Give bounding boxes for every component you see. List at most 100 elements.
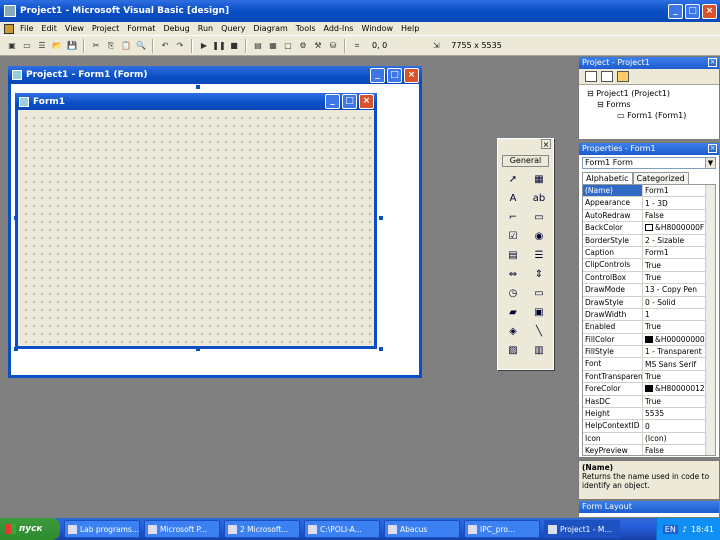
menu-window[interactable]: Window xyxy=(357,24,397,33)
speaker-icon[interactable]: ♪ xyxy=(682,525,687,534)
tab-categorized[interactable]: Categorized xyxy=(632,172,689,184)
taskbar-button[interactable]: 2 Microsoft... xyxy=(224,520,300,538)
property-row[interactable]: (Name) Form1 xyxy=(583,185,715,198)
project-window-maximize-button[interactable]: □ xyxy=(387,67,402,83)
undo-icon[interactable]: ↶ xyxy=(159,40,171,52)
picturebox-icon[interactable]: ▦ xyxy=(530,171,548,187)
filelistbox-icon[interactable]: ▣ xyxy=(530,304,548,320)
add-form-icon[interactable]: ▭ xyxy=(21,40,33,52)
properties-scrollbar[interactable] xyxy=(705,185,715,455)
close-button[interactable]: × xyxy=(702,3,717,19)
listbox-icon[interactable]: ☰ xyxy=(530,247,548,263)
property-row[interactable]: Appearance 1 - 3D xyxy=(583,197,715,210)
toolbox-close-button[interactable]: × xyxy=(541,139,551,149)
property-row[interactable]: FontTransparent True xyxy=(583,370,715,384)
open-project-icon[interactable]: 📂 xyxy=(51,40,63,52)
app-titlebar[interactable]: Project1 - Microsoft Visual Basic [desig… xyxy=(0,0,720,22)
form1-design-surface[interactable]: Form1 _ □ × xyxy=(15,93,377,349)
property-row[interactable]: BorderStyle 2 - Sizable xyxy=(583,234,715,247)
property-row[interactable]: DrawMode 13 - Copy Pen xyxy=(583,284,715,297)
resize-handle-top[interactable] xyxy=(196,85,200,89)
menu-project[interactable]: Project xyxy=(88,24,123,33)
start-icon[interactable]: ▶ xyxy=(198,40,210,52)
menu-view[interactable]: View xyxy=(61,24,88,33)
view-code-icon[interactable] xyxy=(585,71,597,82)
property-row[interactable]: Font MS Sans Serif xyxy=(583,358,715,371)
toolbox[interactable]: × General ➚ ▦ Aab ⌐ ▭ ☑ ◉ ▤ ☰ ⇔ ⇕ ◷ ▭ ▰ ▣ ◈ ╲ ▨ ▥ xyxy=(497,138,554,370)
menu-tools[interactable]: Tools xyxy=(292,24,320,33)
tree-node-project[interactable]: ⊟ Project1 (Project1) xyxy=(583,88,715,99)
image-icon[interactable]: ▨ xyxy=(504,342,522,358)
resize-handle-right[interactable] xyxy=(379,216,383,220)
form1-minimize-button[interactable]: _ xyxy=(325,94,340,109)
end-icon[interactable]: ■ xyxy=(228,40,240,52)
property-row[interactable]: Height 5535 xyxy=(583,408,715,421)
vscrollbar-icon[interactable]: ⇕ xyxy=(530,266,548,282)
property-row[interactable]: Icon (Icon) xyxy=(583,432,715,446)
form1-close-button[interactable]: × xyxy=(359,94,374,109)
language-indicator[interactable]: EN xyxy=(662,524,678,534)
data-view-icon[interactable]: ⛁ xyxy=(327,40,339,52)
taskbar-button[interactable]: IPC_pro... xyxy=(464,520,540,538)
project-window-minimize-button[interactable]: _ xyxy=(370,67,385,83)
resize-handle-bottom-left[interactable] xyxy=(14,347,18,351)
form1-grid[interactable] xyxy=(20,112,372,344)
dirlistbox-icon[interactable]: ▰ xyxy=(504,304,522,320)
line-icon[interactable]: ╲ xyxy=(530,323,548,339)
timer-icon[interactable]: ◷ xyxy=(504,285,522,301)
taskbar-button[interactable]: Microsoft P... xyxy=(144,520,220,538)
optionbutton-icon[interactable]: ◉ xyxy=(530,228,548,244)
data-icon[interactable]: ▥ xyxy=(530,342,548,358)
hscrollbar-icon[interactable]: ⇔ xyxy=(504,266,522,282)
copy-icon[interactable]: ⎘ xyxy=(105,40,117,52)
minimize-button[interactable]: _ xyxy=(668,3,683,19)
properties-close-button[interactable]: × xyxy=(708,144,717,153)
object-selector[interactable]: Form1 Form ▼ xyxy=(582,157,716,169)
menu-file[interactable]: File xyxy=(16,24,37,33)
resize-handle-bottom-right[interactable] xyxy=(379,347,383,351)
shape-icon[interactable]: ◈ xyxy=(504,323,522,339)
textbox-icon[interactable]: ab xyxy=(530,190,548,206)
menu-help[interactable]: Help xyxy=(397,24,423,33)
taskbar-button[interactable]: C:\POLI-A... xyxy=(304,520,380,538)
pointer-icon[interactable]: ➚ xyxy=(504,171,522,187)
redo-icon[interactable]: ↷ xyxy=(174,40,186,52)
project-explorer-header[interactable]: Project - Project1 × xyxy=(579,57,719,69)
find-icon[interactable]: 🔍 xyxy=(135,40,147,52)
properties-header[interactable]: Properties - Form1 × xyxy=(579,143,719,155)
property-row[interactable]: ControlBox True xyxy=(583,271,715,285)
resize-handle-bottom[interactable] xyxy=(196,347,200,351)
toggle-folders-icon[interactable] xyxy=(617,71,629,82)
object-browser-icon[interactable]: ⚙ xyxy=(297,40,309,52)
property-row[interactable]: FillColor &H00000000 xyxy=(583,333,715,347)
property-row[interactable]: BackColor &H8000000F xyxy=(583,222,715,235)
project-window-close-button[interactable]: × xyxy=(404,67,419,83)
taskbar-button[interactable]: Abacus xyxy=(384,520,460,538)
toolbox-tab-general[interactable]: General xyxy=(502,155,549,167)
save-project-icon[interactable]: 💾 xyxy=(66,40,78,52)
combobox-icon[interactable]: ▤ xyxy=(504,247,522,263)
menu-diagram[interactable]: Diagram xyxy=(249,24,291,33)
tree-node-forms[interactable]: ⊟ Forms xyxy=(583,99,715,110)
frame-icon[interactable]: ⌐ xyxy=(504,209,522,225)
project-explorer-close-button[interactable]: × xyxy=(708,58,717,67)
form-layout-icon[interactable]: ▢ xyxy=(282,40,294,52)
property-row[interactable]: Enabled True xyxy=(583,321,715,334)
project-explorer-icon[interactable]: ▤ xyxy=(252,40,264,52)
menu-add-ins[interactable]: Add-Ins xyxy=(320,24,358,33)
property-row[interactable]: HelpContextID 0 xyxy=(583,420,715,433)
resize-handle-left[interactable] xyxy=(14,216,18,220)
form-layout-header[interactable]: Form Layout xyxy=(579,501,719,513)
toolbox-icon[interactable]: ⚒ xyxy=(312,40,324,52)
property-row[interactable]: HasDC True xyxy=(583,395,715,409)
menu-editor-icon[interactable]: ☰ xyxy=(36,40,48,52)
taskbar-button[interactable]: Project1 - M... xyxy=(544,520,620,538)
start-button[interactable]: пуск xyxy=(0,518,60,540)
form-menu-icon[interactable] xyxy=(4,23,14,34)
label-icon[interactable]: A xyxy=(504,190,522,206)
checkbox-icon[interactable]: ☑ xyxy=(504,228,522,244)
property-row[interactable]: KeyPreview False xyxy=(583,445,715,455)
menu-debug[interactable]: Debug xyxy=(159,24,193,33)
project-window-titlebar[interactable]: Project1 - Form1 (Form) _ □ × xyxy=(8,66,422,84)
tree-node-form1[interactable]: ▭ Form1 (Form1) xyxy=(583,110,715,121)
